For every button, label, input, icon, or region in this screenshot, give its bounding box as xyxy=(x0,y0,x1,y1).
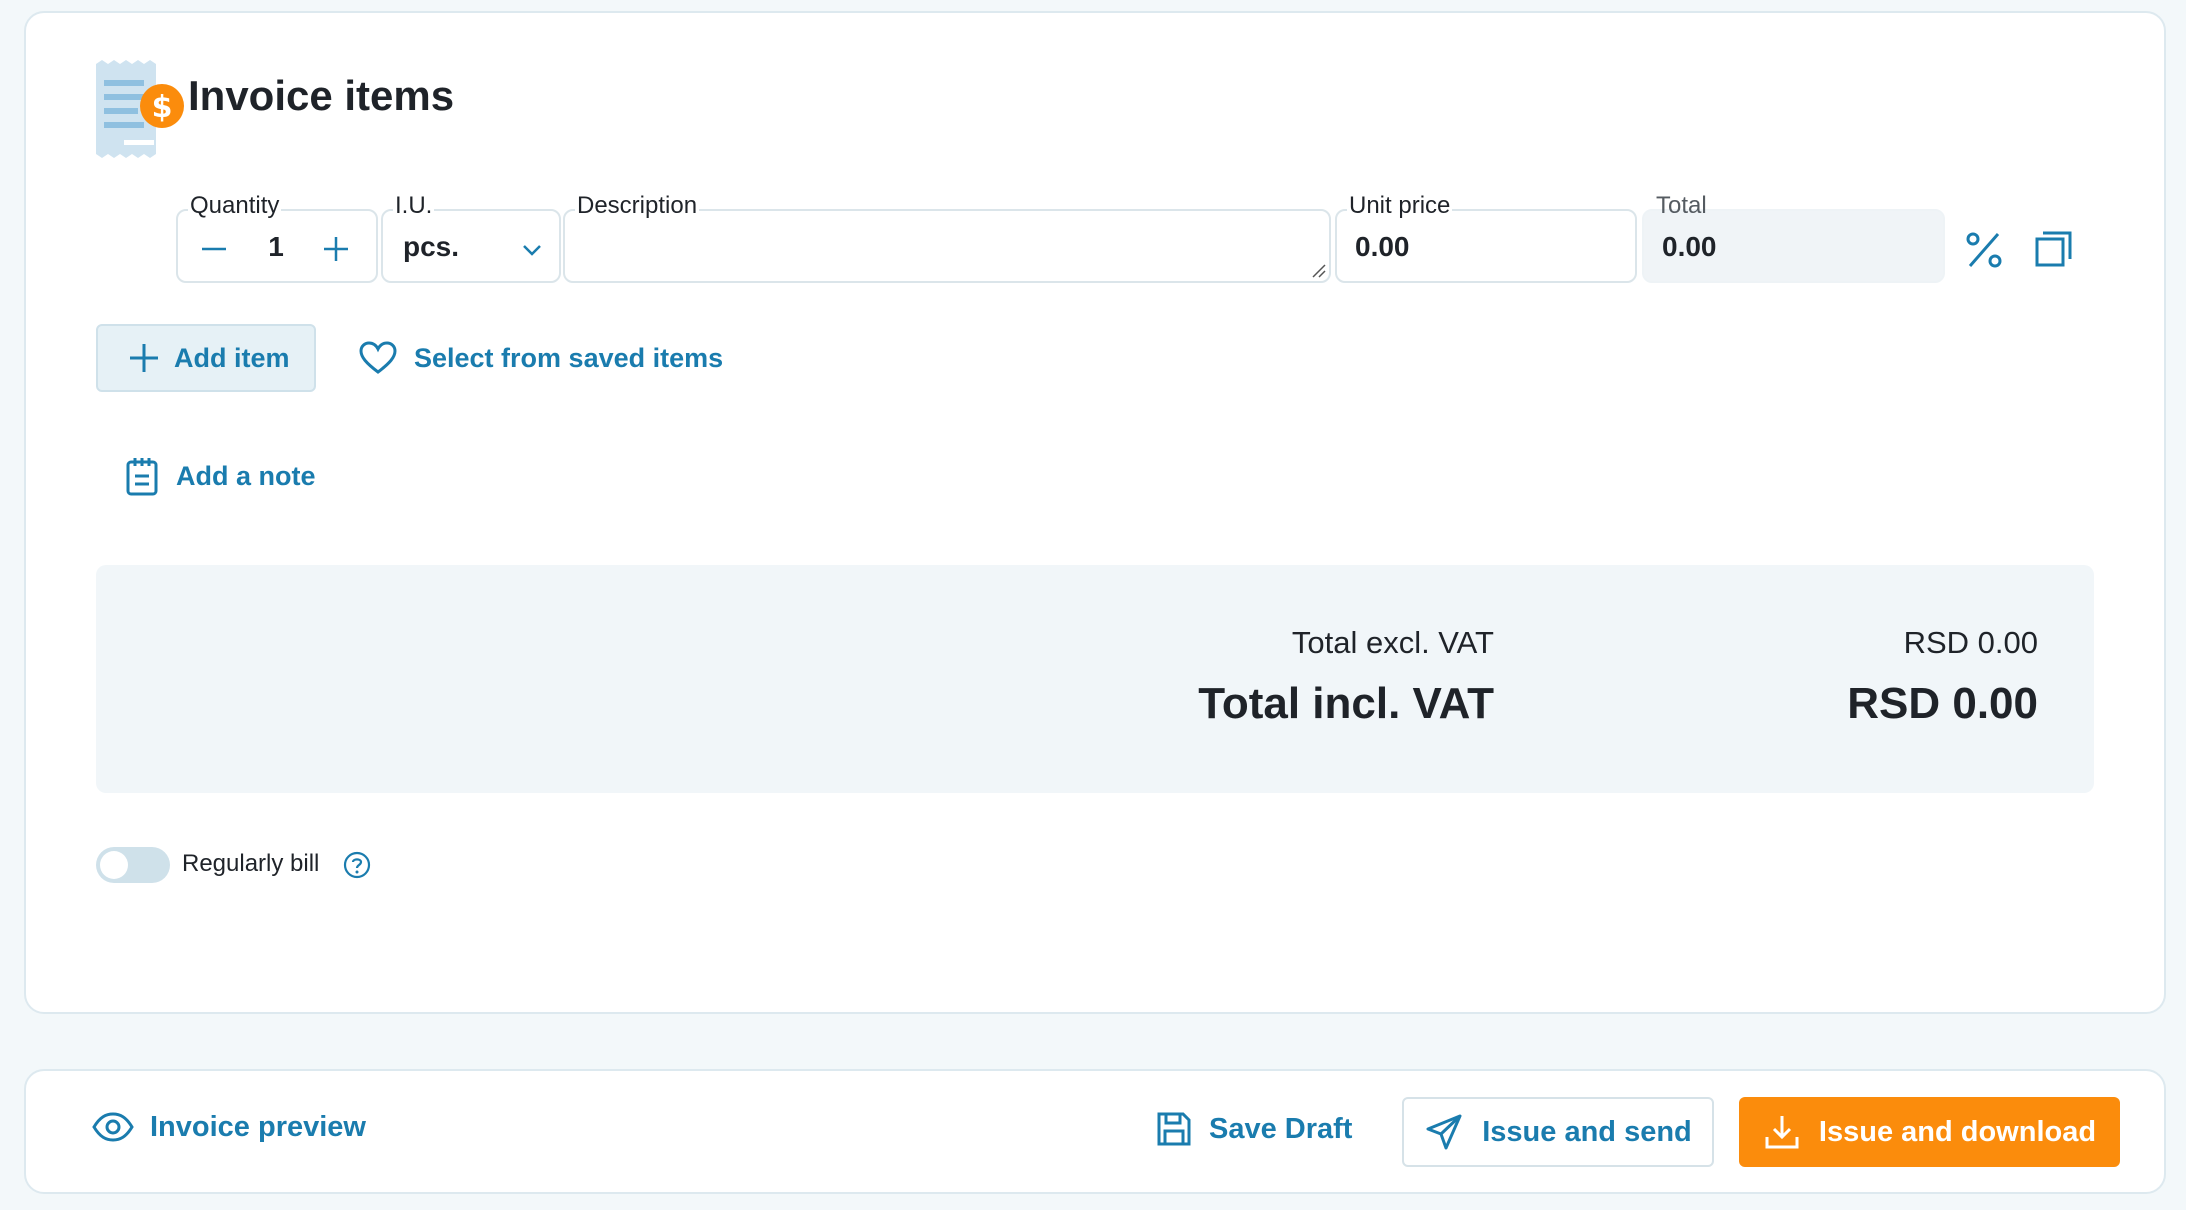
download-icon xyxy=(1765,1116,1799,1149)
select-saved-items-button[interactable]: Select from saved items xyxy=(358,338,723,378)
save-draft-button[interactable]: Save Draft xyxy=(1155,1110,1352,1148)
invoice-preview-label: Invoice preview xyxy=(150,1110,366,1143)
add-note-label: Add a note xyxy=(176,460,316,491)
issue-and-send-button[interactable]: Issue and send xyxy=(1402,1097,1714,1167)
send-icon xyxy=(1426,1114,1462,1150)
select-saved-items-label: Select from saved items xyxy=(414,342,724,373)
total-incl-vat-label: Total incl. VAT xyxy=(1198,679,1494,728)
unit-price-value: 0.00 xyxy=(1355,231,1410,262)
add-item-label: Add item xyxy=(174,342,290,373)
quantity-value[interactable]: 1 xyxy=(256,231,296,263)
unit-price-field[interactable]: Unit price 0.00 xyxy=(1335,191,1637,283)
totals-panel: Total excl. VAT RSD 0.00 Total incl. VAT… xyxy=(96,565,2094,793)
add-item-button[interactable]: Add item xyxy=(96,324,316,392)
total-label: Total xyxy=(1656,192,1707,219)
duplicate-icon[interactable] xyxy=(2032,228,2076,272)
description-label: Description xyxy=(575,191,700,221)
increment-button[interactable] xyxy=(316,229,356,269)
total-excl-vat-label: Total excl. VAT xyxy=(1291,625,1494,660)
chevron-down-icon xyxy=(523,245,541,256)
issue-and-download-label: Issue and download xyxy=(1818,1115,2097,1148)
total-value: 0.00 xyxy=(1662,231,1717,262)
minus-icon xyxy=(202,247,226,251)
save-icon xyxy=(1157,1112,1191,1146)
quantity-label: Quantity xyxy=(188,191,282,221)
unit-label: I.U. xyxy=(393,191,435,221)
section-title: Invoice items xyxy=(188,72,455,119)
quantity-field: Quantity 1 xyxy=(176,191,378,283)
regularly-bill-label: Regularly bill xyxy=(182,850,320,877)
resize-handle-icon[interactable] xyxy=(1311,263,1327,279)
issue-and-send-label: Issue and send xyxy=(1482,1115,1692,1148)
total-excl-vat-value: RSD 0.00 xyxy=(1903,625,2038,660)
issue-and-download-button[interactable]: Issue and download xyxy=(1739,1097,2120,1167)
total-incl-vat-value: RSD 0.00 xyxy=(1847,679,2038,728)
eye-icon xyxy=(92,1112,134,1142)
save-draft-label: Save Draft xyxy=(1209,1112,1353,1145)
description-field[interactable]: Description xyxy=(563,191,1331,283)
invoice-preview-button[interactable]: Invoice preview xyxy=(92,1110,366,1144)
plus-icon xyxy=(324,237,348,261)
help-icon[interactable] xyxy=(342,850,372,880)
decrement-button[interactable] xyxy=(194,229,234,269)
regularly-bill-toggle[interactable] xyxy=(96,847,170,883)
heart-icon xyxy=(359,341,397,374)
toggle-knob xyxy=(100,851,128,879)
unit-value: pcs. xyxy=(403,231,460,262)
unit-select[interactable]: I.U. pcs. xyxy=(381,191,561,283)
invoice-dollar-icon: $ xyxy=(96,60,184,158)
unit-price-label: Unit price xyxy=(1347,191,1453,221)
total-field: Total 0.00 xyxy=(1642,192,1945,283)
add-note-button[interactable]: Add a note xyxy=(124,456,316,496)
notepad-icon xyxy=(126,458,158,496)
svg-text:$: $ xyxy=(152,90,173,125)
plus-icon xyxy=(130,344,158,372)
percent-icon[interactable] xyxy=(1962,228,2006,272)
